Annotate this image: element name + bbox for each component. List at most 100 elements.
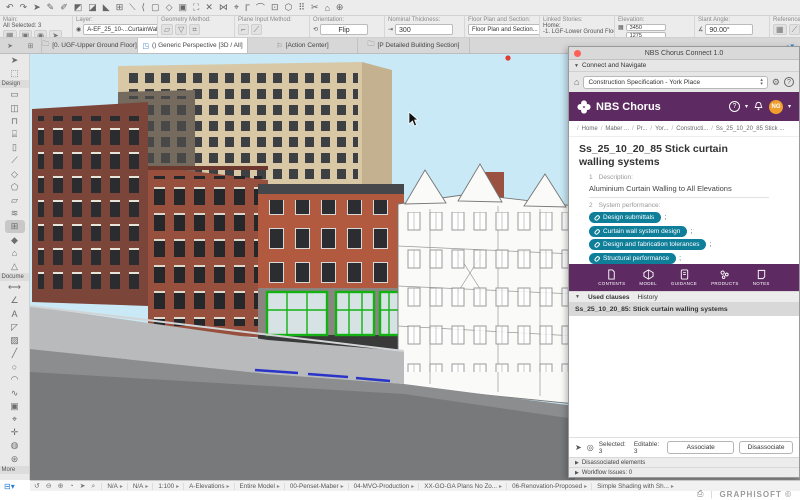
specification-dropdown[interactable]: Construction Specification - York Place … <box>583 76 767 89</box>
toolbar-icon[interactable]: ✕ <box>205 2 213 13</box>
toolbar-icon[interactable]: ⟍ <box>129 2 135 13</box>
gear-icon[interactable]: ⚙ <box>772 77 780 88</box>
tool-icon[interactable]: ⟷ <box>5 281 25 294</box>
quick-option-dropdown[interactable]: 06-Renovation-Proposed▸ <box>506 483 587 490</box>
tool-icon[interactable]: ⊞ <box>5 220 25 233</box>
tool-icon[interactable]: ◠ <box>5 373 25 386</box>
plane-input-button[interactable]: ⟋ <box>251 24 263 35</box>
more-group-label[interactable]: More <box>0 466 30 474</box>
chevron-down-icon[interactable]: ▾ <box>788 103 791 110</box>
nav-notes[interactable]: NOTES <box>753 269 770 286</box>
tool-icon[interactable]: ◇ <box>5 168 25 181</box>
tab-generic-perspective[interactable]: ◳ () Generic Perspective [3D / All] <box>138 38 248 53</box>
main-tool-button[interactable]: ◉ <box>34 30 47 37</box>
printer-icon[interactable]: ⎙ <box>697 489 704 499</box>
main-tool-button[interactable]: ▦ <box>3 30 17 37</box>
toolbar-icon[interactable]: ◣ <box>103 2 110 13</box>
tool-icon[interactable]: △ <box>5 260 25 273</box>
tool-icon[interactable]: A <box>5 307 25 320</box>
nav-contents[interactable]: CONTENTS <box>598 269 625 286</box>
tool-icon[interactable]: ✛ <box>5 426 25 439</box>
pane-options-icon[interactable]: ⊟▾ <box>4 482 15 491</box>
tool-icon[interactable]: ▱ <box>5 194 25 207</box>
tool-icon[interactable]: ⌖ <box>5 413 25 426</box>
tab-action-center[interactable]: ⚐ [Action Center] <box>248 38 358 53</box>
connect-and-navigate-header[interactable]: ▼ Connect and Navigate <box>569 60 799 72</box>
collapse-triangle-icon[interactable]: ▼ <box>575 294 580 300</box>
flip-button[interactable]: Flip <box>320 24 368 35</box>
breadcrumb-item[interactable]: Maber ... <box>601 126 629 132</box>
tool-icon[interactable]: ∠ <box>5 294 25 307</box>
thickness-input[interactable]: 300 <box>395 24 453 35</box>
toolbar-icon[interactable]: ◇ <box>166 2 173 13</box>
tool-icon[interactable]: ◫ <box>5 102 25 115</box>
tool-icon[interactable]: ▨ <box>5 334 25 347</box>
toolbar-icon[interactable]: ⌖ <box>234 2 239 13</box>
tool-icon[interactable]: ◆ <box>5 233 25 246</box>
main-tool-button[interactable]: ▣ <box>19 30 33 37</box>
tool-icon[interactable]: ○ <box>5 360 25 373</box>
toolbar-icon[interactable]: ✂ <box>311 2 319 13</box>
toolbar-icon[interactable]: ⟨ <box>142 2 146 13</box>
quick-option-dropdown[interactable]: 1:100▸ <box>152 483 179 490</box>
floorplan-dropdown[interactable]: Floor Plan and Section... <box>468 24 540 35</box>
layer-visibility-icon[interactable]: ◉ <box>76 26 81 33</box>
select-arrow-icon[interactable]: ➤ <box>0 38 20 53</box>
toolbar-icon[interactable]: ⠿ <box>298 2 305 13</box>
breadcrumb-item[interactable]: Yor... <box>650 126 668 132</box>
quick-option-dropdown[interactable]: N/A▸ <box>101 483 123 490</box>
quick-option-dropdown[interactable]: Entire Model▸ <box>234 483 280 490</box>
tool-icon[interactable]: ▯ <box>5 141 25 154</box>
quick-option-dropdown[interactable]: N/A▸ <box>127 483 149 490</box>
tab-detailed-building-section[interactable]: 🗀 [P Detailed Building Section] <box>358 38 470 53</box>
avatar[interactable]: NG <box>769 100 783 114</box>
toolbar-icon[interactable]: ⋈ <box>219 2 228 13</box>
bell-icon[interactable] <box>753 101 764 112</box>
toolbar-icon[interactable]: ▣ <box>179 2 188 13</box>
toolbar-icon[interactable]: ⊡ <box>271 2 279 13</box>
reference-line-button[interactable]: ⟋ <box>789 24 800 35</box>
tool-icon[interactable]: ⟋ <box>5 154 25 167</box>
quick-option-dropdown[interactable]: 00-Penset-Maber▸ <box>284 483 344 490</box>
toolbar-icon[interactable]: ◪ <box>88 2 97 13</box>
nbs-titlebar[interactable]: NBS Chorus Connect 1.0 <box>569 47 799 60</box>
design-group-label[interactable]: Design <box>0 80 30 88</box>
plane-input-button[interactable]: ⌐ <box>238 24 249 35</box>
toolbar-icon[interactable]: ⊞ <box>116 2 124 13</box>
browse-icon[interactable]: ⌂ <box>574 77 579 87</box>
quick-option-dropdown[interactable]: A-Elevations▸ <box>183 483 229 490</box>
performance-pill[interactable]: Curtain wall system design <box>589 226 687 237</box>
tool-icon[interactable]: ∿ <box>5 387 25 400</box>
associate-button[interactable]: Associate <box>667 441 734 454</box>
tool-icon[interactable]: ╱ <box>5 347 25 360</box>
tool-icon[interactable]: ⬠ <box>5 181 25 194</box>
performance-pill[interactable]: Structural performance <box>589 253 676 264</box>
breadcrumb-item[interactable]: Constructi... <box>672 126 709 132</box>
layer-selector[interactable]: A-EF_25_10-...CurtainWalls <box>83 24 158 35</box>
tab-history[interactable]: History <box>638 294 658 301</box>
toolbar-icon[interactable]: Γ <box>245 3 250 13</box>
zoom-controls[interactable]: ↺ ⊖ ⊕ ◔ ➤ ⌕ <box>34 482 97 491</box>
tab-overview-grid-icon[interactable]: ⊞ <box>20 38 42 53</box>
help-menu-icon[interactable]: ? <box>729 101 740 112</box>
tab-used-clauses[interactable]: Used clauses <box>588 294 630 301</box>
disassociate-button[interactable]: Disassociate <box>739 441 793 454</box>
tool-icon[interactable]: ⊓ <box>5 115 25 128</box>
tool-icon[interactable]: ⬚ <box>5 67 25 80</box>
geometry-method-button[interactable]: ▽ <box>175 24 187 35</box>
quick-option-dropdown[interactable]: Simple Shading with Sh...▸ <box>591 483 674 490</box>
elevation-bottom-input[interactable]: 1275 <box>626 32 666 37</box>
quick-option-dropdown[interactable]: 04-MVO-Production▸ <box>348 483 415 490</box>
toolbar-icon[interactable]: ⌂ <box>324 3 329 13</box>
toolbar-icon[interactable]: ✐ <box>60 2 68 13</box>
tool-icon[interactable]: ⊛ <box>5 452 25 465</box>
disassociated-elements-row[interactable]: ▶ Disassociated elements <box>569 457 799 467</box>
toolbar-icon[interactable]: ✎ <box>47 2 55 13</box>
toolbar-icon[interactable]: ▢ <box>151 2 160 13</box>
toolbar-icon[interactable]: ⌒ <box>256 1 265 14</box>
select-elements-icon[interactable]: ➤ <box>575 443 582 452</box>
elevation-top-input[interactable]: 3450 <box>626 24 666 31</box>
toolbar-icon[interactable]: ↷ <box>20 2 28 13</box>
nav-products[interactable]: PRODUCTS <box>711 269 739 286</box>
toolbar-icon[interactable]: ↶ <box>6 2 14 13</box>
